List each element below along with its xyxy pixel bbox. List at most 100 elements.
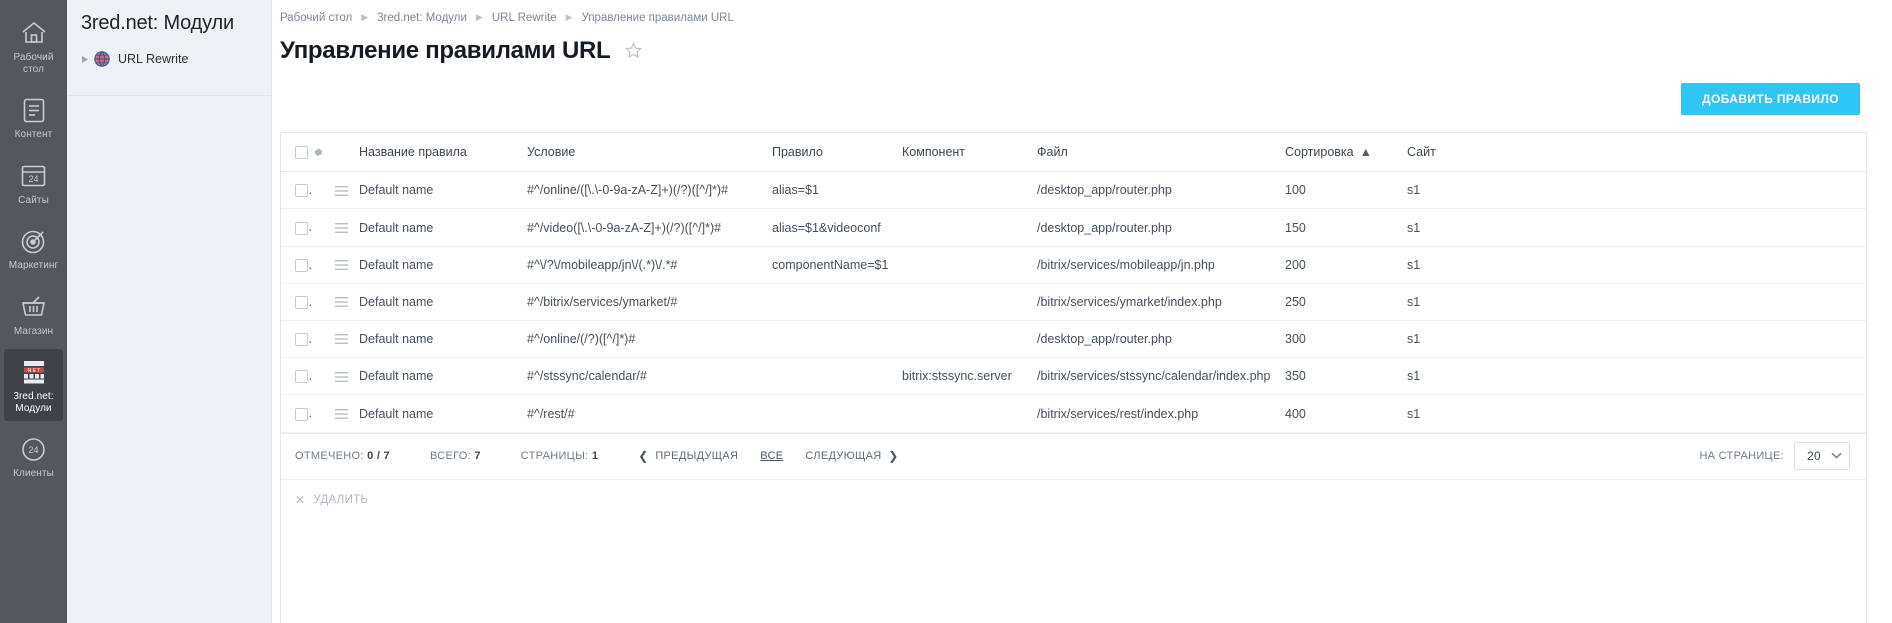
gear-icon[interactable] (311, 146, 324, 159)
drag-handle-icon[interactable] (335, 260, 348, 271)
row-drag-cell (335, 246, 359, 283)
cell-condition: #^/stssync/calendar/# (527, 358, 772, 395)
breadcrumb-item-2[interactable]: URL Rewrite (492, 12, 557, 24)
cell-file: /bitrix/services/rest/index.php (1037, 395, 1285, 432)
rail-item-3red-modules[interactable]: N E T 3red.net: Модули (4, 349, 63, 421)
breadcrumb-separator: ▶ (361, 12, 368, 23)
sort-asc-icon: ▲ (1360, 145, 1372, 159)
module-tree-title: 3red.net: Модули (67, 0, 271, 45)
rail-item-marketing[interactable]: Маркетинг (4, 218, 63, 279)
rules-table: Название правила Условие Правило Компоне… (281, 133, 1866, 433)
table-row[interactable]: Default name #^/stssync/calendar/# bitri… (281, 358, 1866, 395)
column-header-sort[interactable]: Сортировка▲ (1285, 133, 1407, 172)
column-header-name[interactable]: Название правила (359, 133, 527, 172)
rail-item-sites[interactable]: 24 Сайты (4, 153, 63, 214)
table-row[interactable]: Default name #^/online/([\.\-0-9a-zA-Z]+… (281, 172, 1866, 209)
column-header-file[interactable]: Файл (1037, 133, 1285, 172)
drag-handle-icon[interactable] (335, 409, 348, 420)
target-icon (19, 226, 49, 256)
column-header-rule[interactable]: Правило (772, 133, 902, 172)
cell-name: Default name (359, 209, 527, 246)
row-spacer-cell (311, 283, 335, 320)
column-header-condition[interactable]: Условие (527, 133, 772, 172)
app-root: Рабочий стол Контент 24 Сайты (0, 0, 1892, 623)
chevron-down-icon (1831, 451, 1842, 462)
select-all-checkbox[interactable] (295, 146, 308, 159)
delete-action[interactable]: ✕ УДАЛИТЬ (295, 493, 368, 507)
breadcrumb-item-1[interactable]: 3red.net: Модули (377, 12, 467, 24)
per-page-select[interactable]: 20 (1794, 442, 1850, 470)
row-spacer-cell (311, 172, 335, 209)
cell-rule (772, 358, 902, 395)
row-drag-cell (335, 321, 359, 358)
row-checkbox[interactable] (295, 333, 308, 346)
table-body: Default name #^/online/([\.\-0-9a-zA-Z]+… (281, 172, 1866, 432)
breadcrumb-separator: ▶ (476, 12, 483, 23)
breadcrumb-separator: ▶ (566, 12, 573, 23)
drag-handle-icon[interactable] (335, 223, 348, 234)
row-checkbox[interactable] (295, 222, 308, 235)
grid-settings-cell (311, 133, 335, 172)
drag-handle-icon[interactable] (335, 372, 348, 383)
row-select-cell (281, 209, 311, 246)
rules-grid-card: Название правила Условие Правило Компоне… (280, 132, 1867, 623)
rail-item-clients[interactable]: 24 Клиенты (4, 426, 63, 487)
tree-item-url-rewrite[interactable]: URL Rewrite (67, 47, 271, 71)
row-checkbox[interactable] (295, 184, 308, 197)
drag-handle-icon[interactable] (335, 297, 348, 308)
prev-page-link[interactable]: ❮ ПРЕДЫДУЩАЯ (638, 449, 738, 463)
next-page-link[interactable]: СЛЕДУЮЩАЯ ❯ (805, 449, 898, 463)
rail-item-desktop[interactable]: Рабочий стол (4, 10, 63, 82)
total-label: ВСЕГО: (430, 450, 471, 462)
cell-rule (772, 395, 902, 432)
table-row[interactable]: Default name #^/online/(/?)([^/]*)# /des… (281, 321, 1866, 358)
table-row[interactable]: Default name #^/bitrix/services/ymarket/… (281, 283, 1866, 320)
checked-value: 0 / 7 (367, 450, 390, 462)
cell-component (902, 321, 1037, 358)
row-checkbox[interactable] (295, 370, 308, 383)
breadcrumb-item-3[interactable]: Управление правилами URL (582, 12, 734, 24)
rail-label: Контент (15, 129, 53, 141)
column-header-site[interactable]: Сайт (1407, 133, 1866, 172)
cell-rule (772, 321, 902, 358)
chevron-right-icon: ❯ (888, 449, 898, 463)
row-drag-cell (335, 172, 359, 209)
row-spacer-cell (311, 209, 335, 246)
all-pages-link[interactable]: ВСЕ (760, 450, 783, 462)
row-select-cell (281, 321, 311, 358)
cell-condition: #^\/?\/mobileapp/jn\/(.*)\/.*# (527, 246, 772, 283)
breadcrumb-item-0[interactable]: Рабочий стол (280, 12, 352, 24)
page-toolbar: ДОБАВИТЬ ПРАВИЛО (272, 70, 1892, 120)
drag-handle-icon[interactable] (335, 334, 348, 345)
drag-handle-cell (335, 133, 359, 172)
home-icon (19, 18, 49, 48)
delete-label: УДАЛИТЬ (313, 494, 368, 506)
drag-handle-icon[interactable] (335, 186, 348, 197)
cell-name: Default name (359, 395, 527, 432)
row-checkbox[interactable] (295, 296, 308, 309)
row-spacer-cell (311, 358, 335, 395)
rail-item-content[interactable]: Контент (4, 87, 63, 148)
star-icon[interactable] (623, 41, 643, 61)
row-select-cell (281, 395, 311, 432)
pages-value: 1 (592, 450, 598, 462)
table-row[interactable]: Default name #^/rest/# /bitrix/services/… (281, 395, 1866, 432)
column-header-component[interactable]: Компонент (902, 133, 1037, 172)
rail-label: Сайты (18, 195, 49, 207)
module-tree-body: URL Rewrite (67, 45, 271, 71)
rail-item-shop[interactable]: Магазин (4, 284, 63, 345)
table-row[interactable]: Default name #^\/?\/mobileapp/jn\/(.*)\/… (281, 246, 1866, 283)
cell-file: /bitrix/services/mobileapp/jn.php (1037, 246, 1285, 283)
row-checkbox[interactable] (295, 259, 308, 272)
svg-text:24: 24 (28, 174, 38, 184)
globe-icon (93, 50, 111, 68)
triangle-right-icon[interactable] (79, 53, 91, 65)
cell-sort: 100 (1285, 172, 1407, 209)
cell-condition: #^/rest/# (527, 395, 772, 432)
add-rule-button[interactable]: ДОБАВИТЬ ПРАВИЛО (1681, 83, 1860, 115)
cell-file: /desktop_app/router.php (1037, 209, 1285, 246)
table-row[interactable]: Default name #^/video([\.\-0-9a-zA-Z]+)(… (281, 209, 1866, 246)
tree-item-label: URL Rewrite (118, 52, 188, 66)
breadcrumb: Рабочий стол ▶ 3red.net: Модули ▶ URL Re… (272, 0, 1892, 26)
row-checkbox[interactable] (295, 408, 308, 421)
